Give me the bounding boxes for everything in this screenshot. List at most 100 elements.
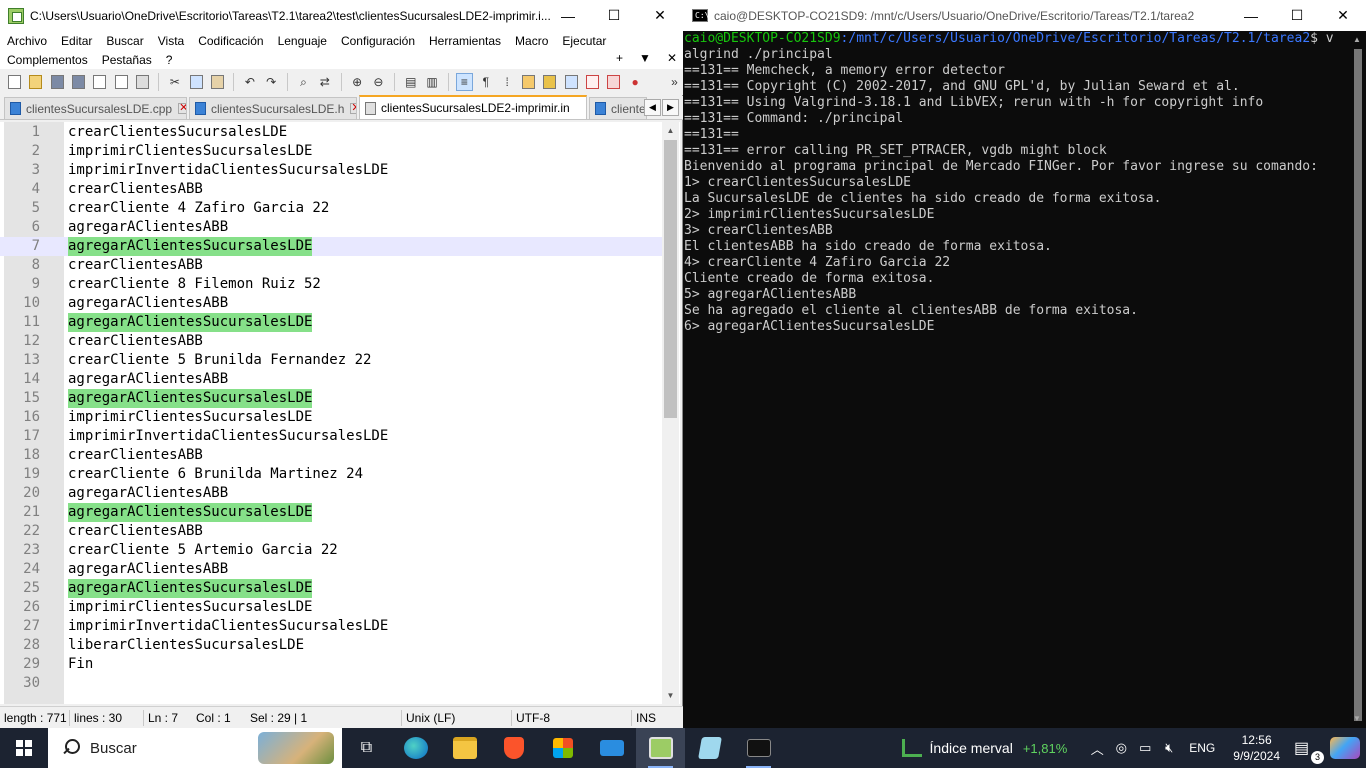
code-line[interactable]: 25 agregarAClientesSucursalesLDE <box>0 579 662 598</box>
code-line[interactable]: 10 agregarAClientesABB <box>0 294 662 313</box>
redo-icon[interactable]: ↷ <box>263 73 280 91</box>
menu-item-complementos[interactable]: Complementos <box>0 53 95 67</box>
taskbar-search-box[interactable]: Buscar <box>48 728 342 768</box>
doc-list-icon[interactable] <box>562 73 579 91</box>
taskbar-store[interactable] <box>538 728 587 768</box>
menu-item-lenguaje[interactable]: Lenguaje <box>271 34 334 48</box>
menu-item-codificaci-n[interactable]: Codificación <box>191 34 270 48</box>
undo-icon[interactable]: ↶ <box>241 73 258 91</box>
code-line[interactable]: 26 imprimirClientesSucursalesLDE <box>0 598 662 617</box>
code-line[interactable]: 21 agregarAClientesSucursalesLDE <box>0 503 662 522</box>
code-line[interactable]: 13 crearCliente 5 Brunilda Fernandez 22 <box>0 351 662 370</box>
udl-icon[interactable] <box>520 73 537 91</box>
code-line[interactable]: 15 agregarAClientesSucursalesLDE <box>0 389 662 408</box>
notifications-button[interactable]: ▤ 3 <box>1294 738 1324 764</box>
code-line[interactable]: 30 <box>0 674 662 693</box>
status-encoding[interactable]: UTF-8 <box>512 709 632 726</box>
doc-map-icon[interactable] <box>541 73 558 91</box>
new-file-icon[interactable] <box>6 73 23 91</box>
taskbar-file-explorer[interactable] <box>440 728 489 768</box>
code-line[interactable]: 9 crearCliente 8 Filemon Ruiz 52 <box>0 275 662 294</box>
close-file-icon[interactable] <box>91 73 108 91</box>
terminal-scroll-up-icon[interactable]: ▲ <box>1353 35 1363 45</box>
replace-icon[interactable]: ⇄ <box>316 73 333 91</box>
function-list-icon[interactable] <box>584 73 601 91</box>
zoom-out-icon[interactable]: ⊖ <box>370 73 387 91</box>
terminal-scroll-thumb[interactable] <box>1354 49 1362 721</box>
code-line[interactable]: 1 crearClientesSucursalesLDE <box>0 123 662 142</box>
folder-workspace-icon[interactable] <box>605 73 622 91</box>
menu-item-archivo[interactable]: Archivo <box>0 34 54 48</box>
close-doc-button[interactable]: ✕ <box>667 51 677 65</box>
word-wrap-icon[interactable]: ≡ <box>455 73 474 91</box>
toolbar-overflow-icon[interactable]: » <box>666 73 683 91</box>
code-lines[interactable]: 1 crearClientesSucursalesLDE 2 imprimirClie… <box>0 123 662 693</box>
tab-close-icon[interactable]: ✕ <box>178 103 186 114</box>
code-line[interactable]: 14 agregarAClientesABB <box>0 370 662 389</box>
terminal-minimize-button[interactable]: — <box>1228 0 1274 31</box>
copy-icon[interactable] <box>188 73 205 91</box>
find-icon[interactable]: ⌕ <box>295 73 312 91</box>
tab-cliente[interactable]: cliente <box>589 97 647 119</box>
menu-item-editar[interactable]: Editar <box>54 34 99 48</box>
copilot-icon[interactable] <box>1330 737 1360 759</box>
save-icon[interactable] <box>49 73 66 91</box>
status-eol[interactable]: Unix (LF) <box>402 709 512 726</box>
code-editor[interactable]: 1 crearClientesSucursalesLDE 2 imprimirClie… <box>0 122 680 704</box>
tab-scroll-left-icon[interactable]: ◀ <box>644 99 661 116</box>
code-line[interactable]: 23 crearCliente 5 Artemio Garcia 22 <box>0 541 662 560</box>
start-button[interactable] <box>0 728 48 768</box>
code-line[interactable]: 29 Fin <box>0 655 662 674</box>
code-line[interactable]: 28 liberarClientesSucursalesLDE <box>0 636 662 655</box>
menu-item-buscar[interactable]: Buscar <box>99 34 150 48</box>
code-line[interactable]: 4 crearClientesABB <box>0 180 662 199</box>
terminal-scrollbar[interactable]: ▲ ▼ <box>1349 31 1366 728</box>
sync-vertical-icon[interactable]: ▤ <box>402 73 419 91</box>
tab-imprimir-in[interactable]: clientesSucursalesLDE2-imprimir.in <box>359 95 587 119</box>
minimize-button[interactable]: — <box>545 0 591 31</box>
taskbar-notepad[interactable] <box>685 728 734 768</box>
code-line[interactable]: 7 agregarAClientesSucursalesLDE <box>0 237 662 256</box>
editor-vertical-scrollbar[interactable]: ▲ ▼ <box>662 122 679 704</box>
code-line[interactable]: 3 imprimirInvertidaClientesSucursalesLDE <box>0 161 662 180</box>
notepad-title-bar[interactable]: C:\Users\Usuario\OneDrive\Escritorio\Tar… <box>0 0 683 31</box>
menu-item-macro[interactable]: Macro <box>508 34 555 48</box>
code-line[interactable]: 18 crearClientesABB <box>0 446 662 465</box>
code-line[interactable]: 12 crearClientesABB <box>0 332 662 351</box>
tab-clientes-sucursales-cpp[interactable]: clientesSucursalesLDE.cpp ✕ <box>4 97 187 119</box>
menu-item-ejecutar[interactable]: Ejecutar <box>555 34 613 48</box>
menu-item-herramientas[interactable]: Herramientas <box>422 34 508 48</box>
menu-item-vista[interactable]: Vista <box>151 34 191 48</box>
code-line[interactable]: 24 agregarAClientesABB <box>0 560 662 579</box>
code-line[interactable]: 8 crearClientesABB <box>0 256 662 275</box>
volume-muted-icon[interactable]: 🔇︎ <box>1157 740 1181 756</box>
task-view-button[interactable]: ⧉ <box>342 728 391 768</box>
language-indicator[interactable]: ENG <box>1189 741 1215 755</box>
news-widget[interactable]: Índice merval +1,81% <box>901 739 1067 757</box>
scroll-down-icon[interactable]: ▼ <box>662 687 679 704</box>
scroll-up-icon[interactable]: ▲ <box>662 122 679 139</box>
show-hidden-icons-icon[interactable]: ︿ <box>1085 739 1109 758</box>
tab-list-dropdown[interactable]: ▼ <box>639 51 651 65</box>
sync-horizontal-icon[interactable]: ▥ <box>423 73 440 91</box>
terminal-maximize-button[interactable]: ☐ <box>1274 0 1320 31</box>
taskbar-brave[interactable] <box>489 728 538 768</box>
code-line[interactable]: 6 agregarAClientesABB <box>0 218 662 237</box>
paste-icon[interactable] <box>209 73 226 91</box>
battery-icon[interactable]: ▭ <box>1133 740 1157 756</box>
code-line[interactable]: 17 imprimirInvertidaClientesSucursalesLDE <box>0 427 662 446</box>
code-line[interactable]: 5 crearCliente 4 Zafiro Garcia 22 <box>0 199 662 218</box>
webcam-icon[interactable]: ◎ <box>1109 740 1133 756</box>
record-macro-icon[interactable]: ● <box>626 73 643 91</box>
taskbar-edge[interactable] <box>391 728 440 768</box>
menu-item-help[interactable]: ? <box>159 53 180 67</box>
code-line[interactable]: 27 imprimirInvertidaClientesSucursalesLDE <box>0 617 662 636</box>
zoom-in-icon[interactable]: ⊕ <box>348 73 365 91</box>
tab-scroll-right-icon[interactable]: ▶ <box>662 99 679 116</box>
taskbar-notepadpp[interactable] <box>636 728 685 768</box>
menu-item-configuraci-n[interactable]: Configuración <box>334 34 422 48</box>
terminal-output[interactable]: caio@DESKTOP-CO21SD9:/mnt/c/Users/Usuari… <box>683 31 1349 728</box>
print-icon[interactable] <box>134 73 151 91</box>
terminal-scroll-down-icon[interactable]: ▼ <box>1353 714 1363 724</box>
cut-icon[interactable]: ✂ <box>166 73 183 91</box>
